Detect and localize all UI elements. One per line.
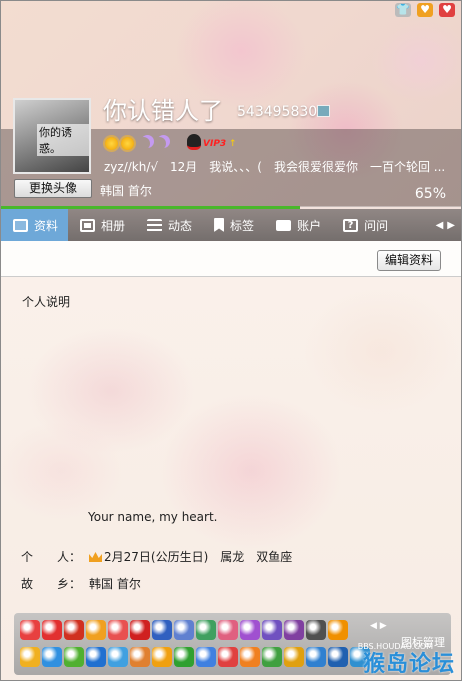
content-toolbar: 编辑资料 bbox=[1, 241, 461, 277]
service-icon[interactable] bbox=[86, 620, 106, 640]
iconbar-scroll-arrows[interactable]: ◀ ▶ bbox=[370, 621, 387, 631]
change-avatar-button[interactable]: 更换头像 bbox=[14, 179, 92, 198]
service-icon[interactable] bbox=[262, 647, 282, 667]
service-icon[interactable] bbox=[130, 647, 150, 667]
tab-label: 标签 bbox=[230, 218, 255, 233]
vip-badge[interactable]: VIP3 bbox=[203, 139, 226, 149]
info-value: 2月27日(公历生日) 属龙 双鱼座 bbox=[104, 550, 293, 564]
nickname: 你认错人了 bbox=[103, 97, 223, 125]
watermark: BBS.HOUDAO.COM 猴岛论坛 bbox=[358, 642, 455, 678]
feed-list-icon bbox=[147, 218, 163, 232]
service-icon[interactable] bbox=[306, 620, 326, 640]
service-icon[interactable] bbox=[328, 647, 348, 667]
moon-icon bbox=[153, 137, 166, 150]
icon-row-bottom bbox=[20, 647, 370, 667]
tab-tags[interactable]: 标签 bbox=[202, 209, 264, 241]
service-icon[interactable] bbox=[42, 647, 62, 667]
service-icon[interactable] bbox=[152, 647, 172, 667]
moon-icon bbox=[137, 137, 150, 150]
sun-icon bbox=[121, 137, 134, 150]
profile-header: 👕 ♥ ♥ 你的诱惑。 更换头像 你认错人了 543495830 VIP3 ↑ … bbox=[1, 1, 461, 209]
close-icon[interactable]: ♥ bbox=[439, 3, 455, 17]
service-icon[interactable] bbox=[174, 647, 194, 667]
penguin-icon[interactable] bbox=[187, 134, 201, 150]
edit-profile-button[interactable]: 编辑资料 bbox=[376, 250, 441, 271]
service-icon[interactable] bbox=[240, 647, 260, 667]
tab-label: 问问 bbox=[364, 218, 389, 233]
service-icon[interactable] bbox=[108, 647, 128, 667]
medal-icon[interactable]: ♥ bbox=[417, 3, 433, 17]
service-icon[interactable] bbox=[196, 620, 216, 640]
service-icon[interactable] bbox=[306, 647, 326, 667]
service-icon[interactable] bbox=[262, 620, 282, 640]
chevron-left-icon[interactable]: ◀ bbox=[436, 220, 444, 231]
avatar-caption: 你的诱惑。 bbox=[37, 124, 89, 156]
service-icon[interactable] bbox=[20, 647, 40, 667]
tab-label: 账户 bbox=[297, 218, 322, 233]
watermark-url: BBS.HOUDAO.COM bbox=[357, 642, 433, 651]
service-icon[interactable] bbox=[64, 647, 84, 667]
info-row-hometown: 故 乡： 韩国 首尔 bbox=[21, 575, 141, 592]
tab-label: 动态 bbox=[168, 218, 193, 233]
info-value-wrap: 2月27日(公历生日) 属龙 双鱼座 bbox=[89, 548, 292, 565]
photo-album-icon bbox=[80, 218, 96, 232]
tab-account[interactable]: 账户 bbox=[264, 209, 331, 241]
tab-profile[interactable]: 资料 bbox=[1, 209, 69, 241]
service-icon[interactable] bbox=[64, 620, 84, 640]
service-icon[interactable] bbox=[284, 620, 304, 640]
profile-window: 👕 ♥ ♥ 你的诱惑。 更换头像 你认错人了 543495830 VIP3 ↑ … bbox=[0, 0, 462, 681]
personal-signature: Your name, my heart. bbox=[88, 510, 218, 524]
tab-feed[interactable]: 动态 bbox=[135, 209, 202, 241]
question-icon: ? bbox=[343, 218, 359, 232]
info-label: 个 人： bbox=[21, 550, 82, 564]
tab-label: 相册 bbox=[101, 218, 126, 233]
service-icon[interactable] bbox=[240, 620, 260, 640]
service-icon[interactable] bbox=[20, 620, 40, 640]
skin-icon[interactable]: 👕 bbox=[395, 3, 411, 17]
sun-icon bbox=[105, 137, 118, 150]
icon-row-top bbox=[20, 620, 348, 640]
tab-questions[interactable]: ? 问问 bbox=[331, 209, 398, 241]
service-icon[interactable] bbox=[174, 620, 194, 640]
info-value: 韩国 首尔 bbox=[89, 577, 141, 591]
level-icons[interactable] bbox=[105, 137, 166, 150]
service-icon[interactable] bbox=[108, 620, 128, 640]
bookmark-tag-icon bbox=[214, 218, 225, 232]
window-top-icons: 👕 ♥ ♥ bbox=[395, 3, 455, 17]
service-icon[interactable] bbox=[86, 647, 106, 667]
avatar[interactable]: 你的诱惑。 bbox=[13, 98, 91, 174]
service-icon[interactable] bbox=[152, 620, 172, 640]
qq-number: 543495830 bbox=[237, 104, 318, 120]
service-icon[interactable] bbox=[218, 647, 238, 667]
status-text[interactable]: zyz//kh/√ 12月 我说、、、( 我会很爱很爱你 一百个轮回 ... bbox=[104, 158, 456, 175]
vip-up-arrow-icon: ↑ bbox=[229, 139, 237, 149]
service-icon[interactable] bbox=[130, 620, 150, 640]
completion-percent: 65% bbox=[414, 186, 446, 202]
location-text: 韩国 首尔 bbox=[100, 184, 152, 198]
personal-note-label: 个人说明 bbox=[22, 295, 71, 309]
profile-card-icon bbox=[13, 218, 28, 232]
service-icon[interactable] bbox=[284, 647, 304, 667]
tab-scroll-arrows[interactable]: ◀ ▶ bbox=[436, 220, 461, 231]
info-label: 故 乡： bbox=[21, 577, 82, 591]
briefcase-icon bbox=[276, 219, 292, 231]
service-icon[interactable] bbox=[42, 620, 62, 640]
service-icon[interactable] bbox=[328, 620, 348, 640]
id-card-icon[interactable] bbox=[317, 105, 330, 117]
info-row-personal: 个 人： 2月27日(公历生日) 属龙 双鱼座 bbox=[21, 548, 292, 565]
tab-bar: 资料 相册 动态 标签 账户 ? 问问 ◀ ▶ bbox=[1, 209, 461, 241]
crown-icon bbox=[89, 552, 102, 562]
tab-label: 资料 bbox=[34, 218, 59, 233]
tab-album[interactable]: 相册 bbox=[68, 209, 135, 241]
chevron-right-icon[interactable]: ▶ bbox=[447, 220, 455, 231]
service-icon[interactable] bbox=[218, 620, 238, 640]
service-icon[interactable] bbox=[196, 647, 216, 667]
